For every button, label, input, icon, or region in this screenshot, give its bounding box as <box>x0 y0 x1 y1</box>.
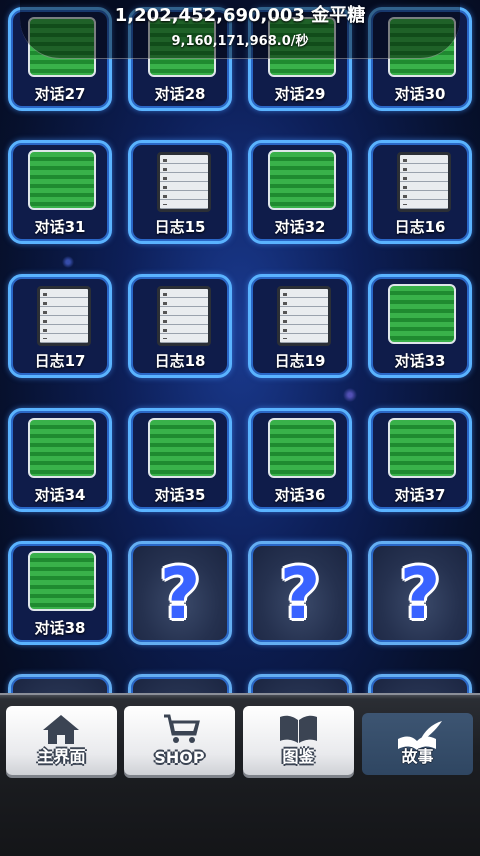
character-portrait-icon <box>148 418 216 478</box>
tile-label: 对话33 <box>394 352 446 370</box>
locked-story-tile[interactable] <box>128 674 232 693</box>
tile-label: 对话32 <box>274 218 326 236</box>
encyclopedia-button[interactable]: 图鉴 <box>243 706 354 775</box>
home-label: 主界面 <box>37 747 86 766</box>
journal-icon <box>37 286 91 346</box>
locked-story-tile[interactable]: ? <box>128 541 232 645</box>
tile-label: 对话35 <box>154 486 206 504</box>
story-tile[interactable]: 日志17 <box>8 274 112 378</box>
story-tile[interactable]: 日志16 <box>368 140 472 244</box>
story-label: 故事 <box>401 747 434 766</box>
story-tile[interactable]: 日志19 <box>248 274 352 378</box>
story-button[interactable]: 故事 <box>362 713 473 775</box>
home-button[interactable]: 主界面 <box>6 706 117 775</box>
shop-label: SHOP <box>154 748 205 767</box>
tile-label: 对话34 <box>34 486 86 504</box>
story-tile[interactable]: 对话37 <box>368 408 472 512</box>
story-tile[interactable]: 对话34 <box>8 408 112 512</box>
journal-icon <box>277 286 331 346</box>
character-portrait-icon <box>268 418 336 478</box>
question-mark-icon: ? <box>159 553 201 635</box>
tile-label: 对话27 <box>34 85 86 103</box>
tile-label: 对话30 <box>394 85 446 103</box>
question-mark-icon: ? <box>279 553 321 635</box>
tile-label: 对话29 <box>274 85 326 103</box>
character-portrait-icon <box>388 418 456 478</box>
tile-label: 对话31 <box>34 218 86 236</box>
character-portrait-icon <box>388 284 456 344</box>
tile-label: 日志18 <box>154 352 206 370</box>
shopping-cart-icon <box>124 712 235 746</box>
story-tile[interactable]: 对话38 <box>8 541 112 645</box>
bottom-nav-bar: 主界面 SHOP 图鉴 故事 <box>0 693 480 856</box>
journal-icon <box>157 286 211 346</box>
home-icon <box>6 712 117 746</box>
question-mark-icon: ? <box>399 553 441 635</box>
character-portrait-icon <box>28 551 96 611</box>
shop-button[interactable]: SHOP <box>124 706 235 775</box>
tile-label: 日志16 <box>394 218 446 236</box>
tile-label: 日志19 <box>274 352 326 370</box>
tile-label: 对话37 <box>394 486 446 504</box>
locked-story-tile[interactable] <box>248 674 352 693</box>
tile-label: 日志17 <box>34 352 86 370</box>
character-portrait-icon <box>28 150 96 210</box>
story-tile[interactable]: 日志18 <box>128 274 232 378</box>
story-tile[interactable]: 对话33 <box>368 274 472 378</box>
story-tile[interactable]: 日志15 <box>128 140 232 244</box>
character-portrait-icon <box>268 150 336 210</box>
locked-story-tile[interactable]: ? <box>368 541 472 645</box>
tile-label: 对话36 <box>274 486 326 504</box>
locked-story-tile[interactable]: ? <box>248 541 352 645</box>
candy-rate: 9,160,171,968.0/秒 <box>171 34 309 49</box>
story-tile[interactable]: 对话31 <box>8 140 112 244</box>
tile-label: 对话28 <box>154 85 206 103</box>
story-tile[interactable]: 对话32 <box>248 140 352 244</box>
locked-story-tile[interactable] <box>368 674 472 693</box>
encyclopedia-label: 图鉴 <box>282 747 315 766</box>
book-icon <box>243 712 354 746</box>
locked-story-tile[interactable] <box>8 674 112 693</box>
story-tile[interactable]: 对话35 <box>128 408 232 512</box>
character-portrait-icon <box>28 418 96 478</box>
story-tile[interactable]: 对话36 <box>248 408 352 512</box>
story-grid: 对话27 对话28 对话29 对话30 对话31 日志15 对话32 日志16 … <box>0 0 480 693</box>
tile-label: 对话38 <box>34 619 86 637</box>
tile-label: 日志15 <box>154 218 206 236</box>
journal-icon <box>157 152 211 212</box>
candy-total: 1,202,452,690,003 金平糖 <box>114 5 366 26</box>
currency-header: 1,202,452,690,003 金平糖 9,160,171,968.0/秒 <box>20 0 460 59</box>
journal-icon <box>397 152 451 212</box>
